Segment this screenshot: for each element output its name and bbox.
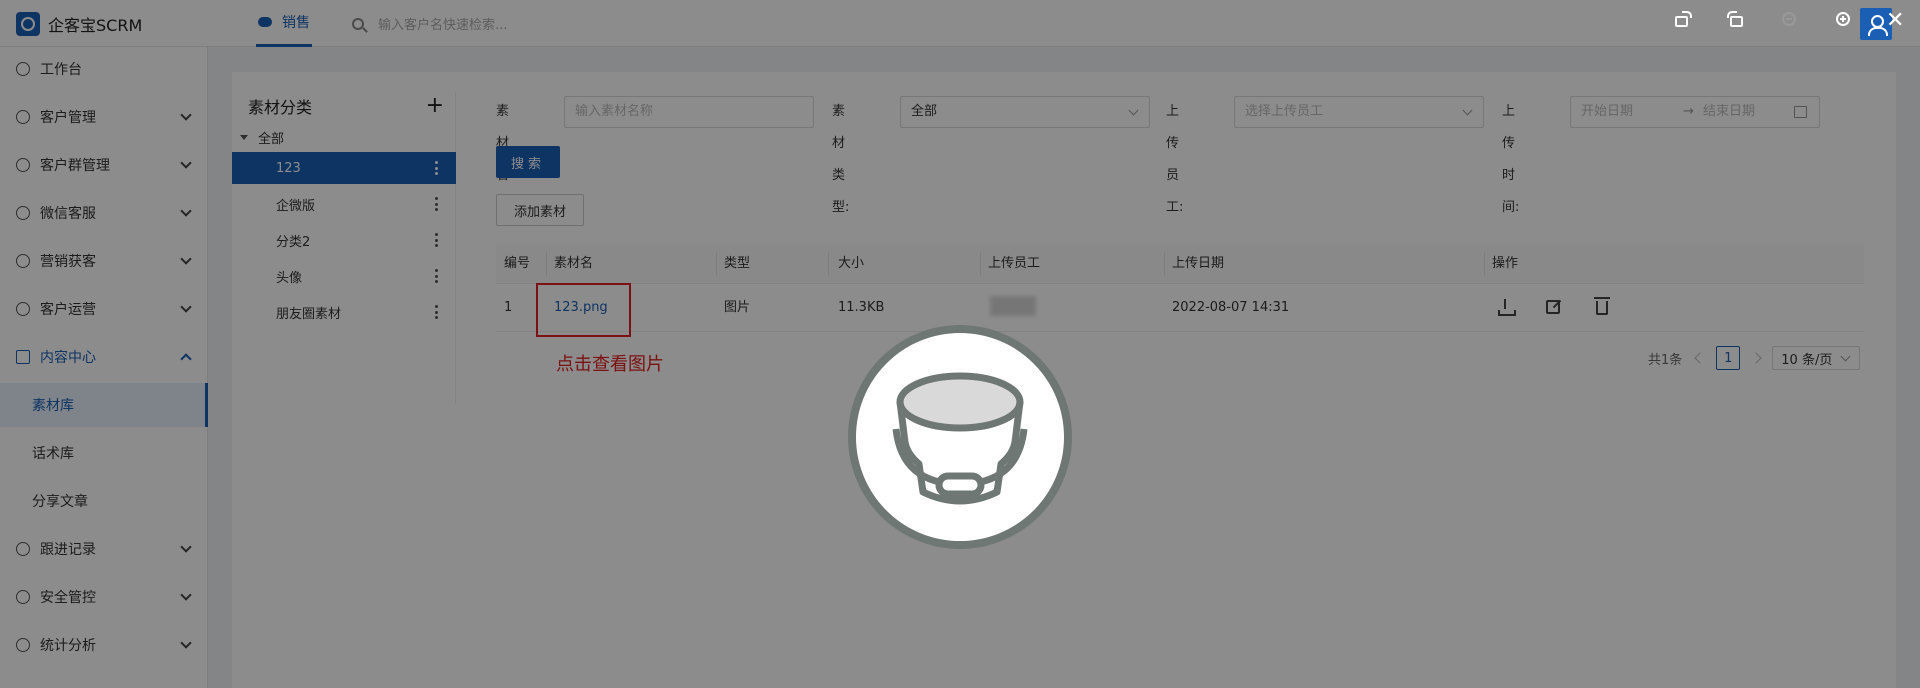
zoom-out-icon[interactable] — [1782, 12, 1796, 26]
zoom-in-icon[interactable] — [1836, 12, 1850, 26]
bucket-placeholder-icon — [848, 325, 1072, 549]
rotate-left-icon[interactable] — [1675, 11, 1692, 27]
close-icon[interactable]: ✕ — [1886, 8, 1904, 34]
rotate-right-icon[interactable] — [1727, 11, 1743, 27]
image-viewer-overlay[interactable]: ✕ — [0, 0, 1920, 688]
